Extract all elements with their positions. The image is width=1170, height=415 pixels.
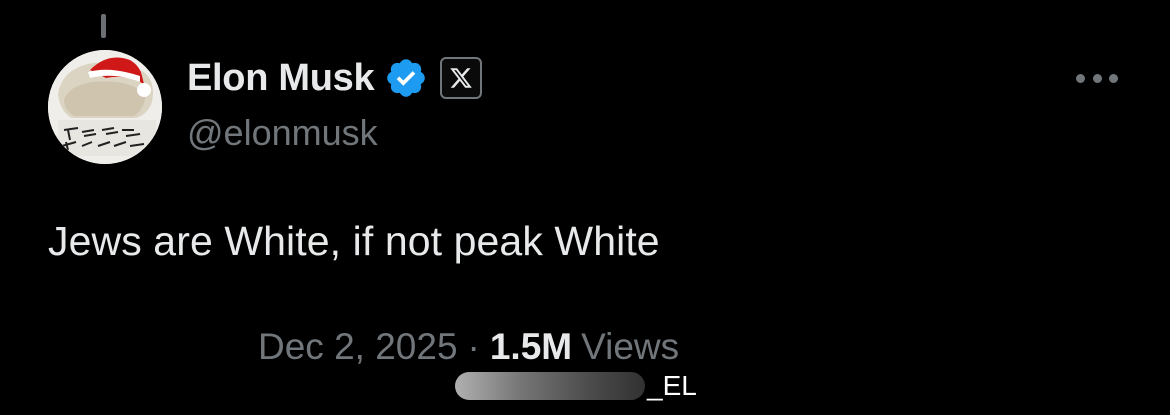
reply-thread-line <box>101 14 106 38</box>
avatar-image <box>48 50 162 164</box>
tweet-text: Jews are White, if not peak White <box>48 218 660 264</box>
avatar[interactable] <box>48 50 162 164</box>
watermark: _EL <box>455 370 697 402</box>
meta-separator: · <box>467 326 480 367</box>
x-logo-icon <box>450 68 473 88</box>
watermark-logo <box>455 372 645 400</box>
views-count[interactable]: 1.5M <box>490 326 572 368</box>
author-display-name[interactable]: Elon Musk <box>187 57 375 100</box>
more-dot-icon <box>1092 73 1102 83</box>
more-options-button[interactable] <box>1070 60 1124 96</box>
author-handle[interactable]: @elonmusk <box>187 112 378 154</box>
author-name-row: Elon Musk <box>187 53 483 103</box>
views-label: Views <box>581 326 680 367</box>
more-dot-icon <box>1109 73 1118 83</box>
watermark-text: _EL <box>647 370 697 401</box>
x-affiliation-badge[interactable] <box>440 57 483 99</box>
verified-badge-icon[interactable] <box>384 56 428 100</box>
more-dot-icon <box>1076 73 1085 83</box>
tweet-meta: Dec 2, 2025 · 1.5M Views <box>258 326 679 368</box>
tweet-date[interactable]: Dec 2, 2025 <box>258 326 458 368</box>
